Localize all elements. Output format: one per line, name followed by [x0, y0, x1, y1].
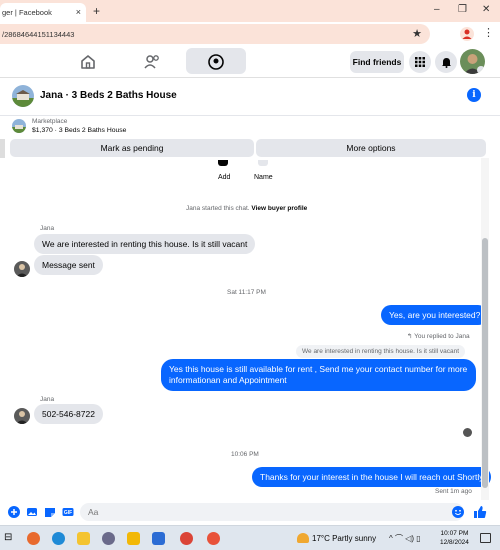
more-options-button[interactable]: More options	[256, 139, 486, 157]
sender-name: Jana	[40, 225, 55, 232]
gif-icon[interactable]: GIF	[62, 506, 74, 518]
weather-text: 17°C Partly sunny	[312, 533, 377, 543]
conversation-title[interactable]: Jana · 3 Beds 2 Baths House	[40, 90, 177, 101]
close-window-icon[interactable]: ✕	[482, 4, 490, 15]
chrome-profile-icon[interactable]	[207, 532, 220, 545]
timestamp: Sat 11:17 PM	[227, 289, 266, 296]
weather-widget[interactable]: 17°C Partly sunny	[297, 533, 376, 543]
add-label: Add	[218, 174, 231, 181]
chat-thread[interactable]: Add Name Jana started this chat. View bu…	[0, 158, 500, 500]
message-composer: GIF	[0, 500, 500, 524]
facebook-top-nav: Find friends	[0, 46, 500, 78]
chat-started-notice: Jana started this chat. View buyer profi…	[186, 205, 307, 212]
system-tray-icons[interactable]: ^ ⌒ ◁) ▯	[389, 533, 421, 544]
mark-as-pending-button[interactable]: Mark as pending	[10, 139, 254, 157]
incoming-message[interactable]: 502-546-8722	[34, 404, 103, 424]
notifications-button[interactable]	[435, 51, 457, 73]
listing-card[interactable]: Marketplace $1,370 · 3 Beds 2 Baths Hous…	[0, 116, 500, 138]
marketplace-label: Marketplace	[32, 118, 68, 125]
address-bar-row: /28684644151134443 ★ ⋮	[0, 22, 500, 46]
photo-icon[interactable]	[26, 506, 38, 518]
browser-menu-icon[interactable]: ⋮	[483, 26, 494, 39]
incoming-message[interactable]: Message sent	[34, 255, 103, 275]
replied-to-text: You replied to Jana	[414, 333, 470, 340]
info-icon[interactable]: i	[467, 88, 481, 102]
seen-avatar-icon	[463, 428, 472, 437]
edge-icon[interactable]	[52, 532, 65, 545]
friends-icon[interactable]	[142, 52, 162, 72]
bookmark-star-icon[interactable]: ★	[412, 27, 422, 40]
find-friends-button[interactable]: Find friends	[350, 51, 404, 73]
app-icon-blue[interactable]	[152, 532, 165, 545]
file-explorer-icon[interactable]	[77, 532, 90, 545]
name-contact[interactable]: Name	[254, 160, 273, 181]
browser-profile-icon[interactable]	[460, 27, 474, 41]
reply-icon: ↰	[407, 333, 413, 340]
notification-center-icon[interactable]	[480, 533, 491, 543]
reply-indicator: ↰ You replied to Jana	[407, 332, 470, 340]
windows-taskbar: ⊟ 17°C Partly sunny ^ ⌒ ◁) ▯ 10:07 PM 12…	[0, 525, 500, 550]
add-icon	[218, 160, 228, 166]
chrome-icon[interactable]	[180, 532, 193, 545]
conversation-header: Jana · 3 Beds 2 Baths House i	[0, 78, 500, 116]
name-icon	[258, 160, 268, 166]
profile-avatar[interactable]	[460, 49, 485, 74]
app-icon-car[interactable]	[102, 532, 115, 545]
listing-summary: $1,370 · 3 Beds 2 Baths House	[32, 127, 127, 134]
listing-avatar[interactable]	[12, 85, 34, 107]
partly-sunny-icon	[297, 533, 309, 543]
groups-icon[interactable]	[206, 52, 226, 72]
outgoing-message[interactable]: Yes, are you interested?	[381, 305, 489, 325]
thumbs-up-icon[interactable]	[473, 505, 487, 519]
new-tab-icon[interactable]: +	[93, 4, 100, 18]
grid-icon	[415, 57, 425, 67]
chat-started-text: Jana started this chat.	[186, 205, 250, 212]
plus-circle-icon[interactable]	[8, 506, 20, 518]
app-icon-browser[interactable]	[27, 532, 40, 545]
task-view-icon[interactable]: ⊟	[4, 532, 12, 543]
quoted-message[interactable]: We are interested in renting this house.…	[296, 345, 466, 358]
svg-text:GIF: GIF	[64, 510, 72, 516]
emoji-icon[interactable]	[452, 506, 464, 518]
address-bar[interactable]: /28684644151134443 ★	[0, 24, 430, 44]
outgoing-message[interactable]: Thanks for your interest in the house I …	[252, 467, 492, 487]
clock[interactable]: 10:07 PM 12/8/2024	[440, 529, 469, 547]
add-contact[interactable]: Add	[216, 160, 230, 181]
tab-close-icon[interactable]: ×	[76, 7, 81, 17]
contact-avatar[interactable]	[14, 261, 30, 277]
url-text: /28684644151134443	[2, 29, 75, 39]
listing-actions: Mark as pending More options	[10, 139, 486, 157]
chat-scrollbar-thumb[interactable]	[482, 238, 488, 488]
clock-date: 12/8/2024	[440, 539, 469, 546]
tab-title: ger | Facebook	[2, 8, 52, 17]
view-buyer-profile-link[interactable]: View buyer profile	[251, 205, 307, 212]
maximize-icon[interactable]: ❐	[458, 4, 467, 15]
message-status: Sent 1m ago	[435, 488, 472, 495]
app-icon-yellow[interactable]	[127, 532, 140, 545]
name-label: Name	[254, 174, 273, 181]
sender-name: Jana	[40, 396, 55, 403]
contact-avatar[interactable]	[14, 408, 30, 424]
clock-time: 10:07 PM	[440, 530, 469, 537]
browser-tab[interactable]: ger | Facebook ×	[0, 3, 86, 22]
incoming-message[interactable]: We are interested in renting this house.…	[34, 234, 256, 254]
bell-icon	[441, 57, 451, 68]
message-input[interactable]	[80, 503, 464, 521]
home-icon[interactable]	[78, 52, 98, 72]
browser-tab-strip: ger | Facebook × + – ❐ ✕	[0, 0, 500, 22]
minimize-icon[interactable]: –	[434, 4, 440, 15]
menu-grid-button[interactable]	[409, 51, 431, 73]
sticker-icon[interactable]	[44, 506, 56, 518]
listing-thumbnail	[12, 119, 26, 133]
timestamp: 10:06 PM	[231, 451, 259, 458]
outgoing-message[interactable]: Yes this house is still available for re…	[161, 359, 476, 391]
